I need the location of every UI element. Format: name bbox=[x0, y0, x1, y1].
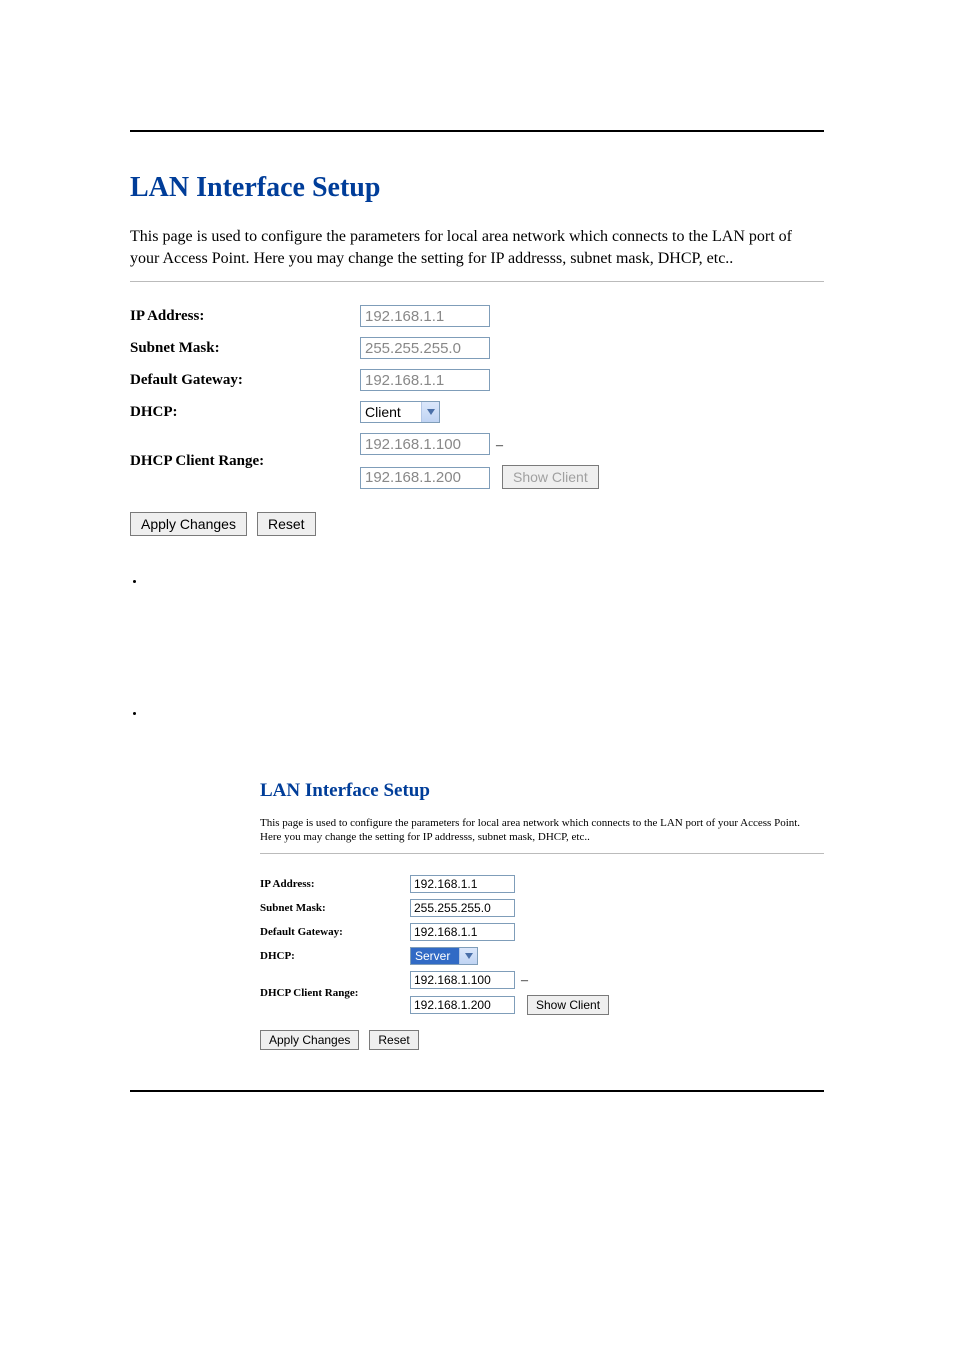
dhcp-range-end-input[interactable] bbox=[410, 996, 515, 1014]
reset-button[interactable]: Reset bbox=[257, 512, 316, 536]
chevron-down-icon bbox=[421, 402, 439, 422]
bullet-list bbox=[130, 576, 824, 720]
dhcp-label: DHCP: bbox=[260, 944, 410, 968]
dhcp-range-end-input[interactable] bbox=[360, 467, 490, 489]
lan-setup-panel-small: LAN Interface Setup This page is used to… bbox=[260, 780, 824, 1050]
dhcp-label: DHCP: bbox=[130, 396, 360, 428]
default-gateway-label: Default Gateway: bbox=[130, 364, 360, 396]
default-gateway-label: Default Gateway: bbox=[260, 920, 410, 944]
reset-button[interactable]: Reset bbox=[369, 1030, 418, 1050]
show-client-button[interactable]: Show Client bbox=[502, 465, 599, 489]
dhcp-range-start-input[interactable] bbox=[360, 433, 490, 455]
settings-form: IP Address: Subnet Mask: Default Gateway… bbox=[130, 300, 599, 494]
lan-setup-panel-large: LAN Interface Setup This page is used to… bbox=[130, 172, 824, 536]
page-title: LAN Interface Setup bbox=[130, 172, 824, 204]
list-item bbox=[146, 576, 824, 588]
panel-divider bbox=[260, 853, 824, 854]
panel-divider bbox=[130, 281, 824, 282]
settings-form: IP Address: Subnet Mask: Default Gateway… bbox=[260, 872, 609, 1018]
ip-address-input[interactable] bbox=[410, 875, 515, 893]
dhcp-range-label: DHCP Client Range: bbox=[260, 968, 410, 1018]
apply-changes-button[interactable]: Apply Changes bbox=[130, 512, 247, 536]
page-top-rule bbox=[130, 130, 824, 132]
subnet-mask-label: Subnet Mask: bbox=[130, 332, 360, 364]
dhcp-range-start-input[interactable] bbox=[410, 971, 515, 989]
dhcp-select[interactable]: Server bbox=[410, 947, 478, 965]
page-bottom-rule bbox=[130, 1090, 824, 1092]
dhcp-select-value: Server bbox=[411, 948, 459, 964]
subnet-mask-input[interactable] bbox=[410, 899, 515, 917]
default-gateway-input[interactable] bbox=[360, 369, 490, 391]
apply-changes-button[interactable]: Apply Changes bbox=[260, 1030, 359, 1050]
ip-address-label: IP Address: bbox=[130, 300, 360, 332]
default-gateway-input[interactable] bbox=[410, 923, 515, 941]
dhcp-select[interactable]: Client bbox=[360, 401, 440, 423]
page-title: LAN Interface Setup bbox=[260, 780, 824, 802]
dhcp-select-value: Client bbox=[361, 402, 421, 422]
ip-address-input[interactable] bbox=[360, 305, 490, 327]
dhcp-range-label: DHCP Client Range: bbox=[130, 428, 360, 494]
range-dash: – bbox=[494, 438, 505, 453]
ip-address-label: IP Address: bbox=[260, 872, 410, 896]
chevron-down-icon bbox=[459, 948, 477, 964]
page-description: This page is used to configure the param… bbox=[130, 226, 824, 269]
show-client-button[interactable]: Show Client bbox=[527, 995, 609, 1015]
page-description: This page is used to configure the param… bbox=[260, 816, 824, 845]
range-dash: – bbox=[519, 973, 530, 988]
subnet-mask-input[interactable] bbox=[360, 337, 490, 359]
list-item bbox=[146, 708, 824, 720]
subnet-mask-label: Subnet Mask: bbox=[260, 896, 410, 920]
